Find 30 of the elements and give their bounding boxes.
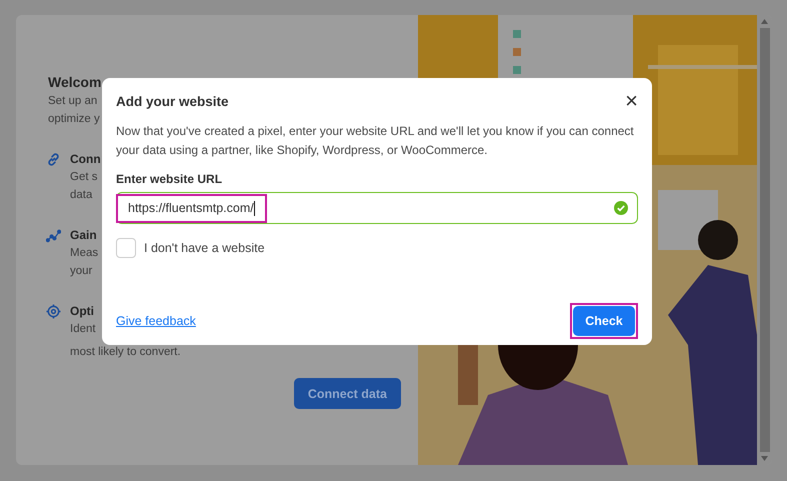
check-circle-icon (614, 201, 628, 215)
feature-text: most likely to convert. (70, 345, 181, 360)
checkbox[interactable] (116, 238, 136, 258)
feature-text: Ident (70, 322, 96, 337)
feature-text: data (70, 188, 92, 203)
url-value: https://fluentsmtp.com/ (116, 194, 267, 222)
subtitle-text: optimize y (48, 112, 100, 127)
feature-text: your (70, 264, 92, 279)
link-icon (46, 152, 61, 167)
feature-text: Get s (70, 170, 98, 185)
scrollbar-thumb[interactable] (760, 28, 770, 452)
scroll-up-icon[interactable] (761, 19, 768, 24)
url-input-field[interactable]: https://fluentsmtp.com/ (116, 192, 638, 224)
dialog-title: Add your website (116, 94, 229, 108)
feature-title: Gain (70, 227, 97, 244)
dialog-description: Now that you've created a pixel, enter your website URL and we'll let you know if you can connect your data using a partner, like Shopify, Wordpress, or WooCommerce. (116, 123, 635, 159)
subtitle-text: Set up an (48, 94, 98, 109)
feature-title: Opti (70, 303, 94, 320)
scroll-down-icon[interactable] (761, 456, 768, 461)
checkbox-label: I don't have a website (144, 241, 265, 255)
target-icon (46, 304, 61, 319)
welcome-title: Welcom (48, 74, 102, 91)
connect-data-button[interactable]: Connect data (294, 378, 401, 409)
field-label: Enter website URL (116, 172, 224, 186)
feature-text: Meas (70, 246, 98, 261)
close-button[interactable]: × (625, 92, 638, 110)
check-button[interactable]: Check (573, 306, 635, 336)
give-feedback-link[interactable]: Give feedback (116, 314, 196, 328)
chart-icon (46, 228, 61, 243)
feature-title: Conn (70, 151, 101, 168)
